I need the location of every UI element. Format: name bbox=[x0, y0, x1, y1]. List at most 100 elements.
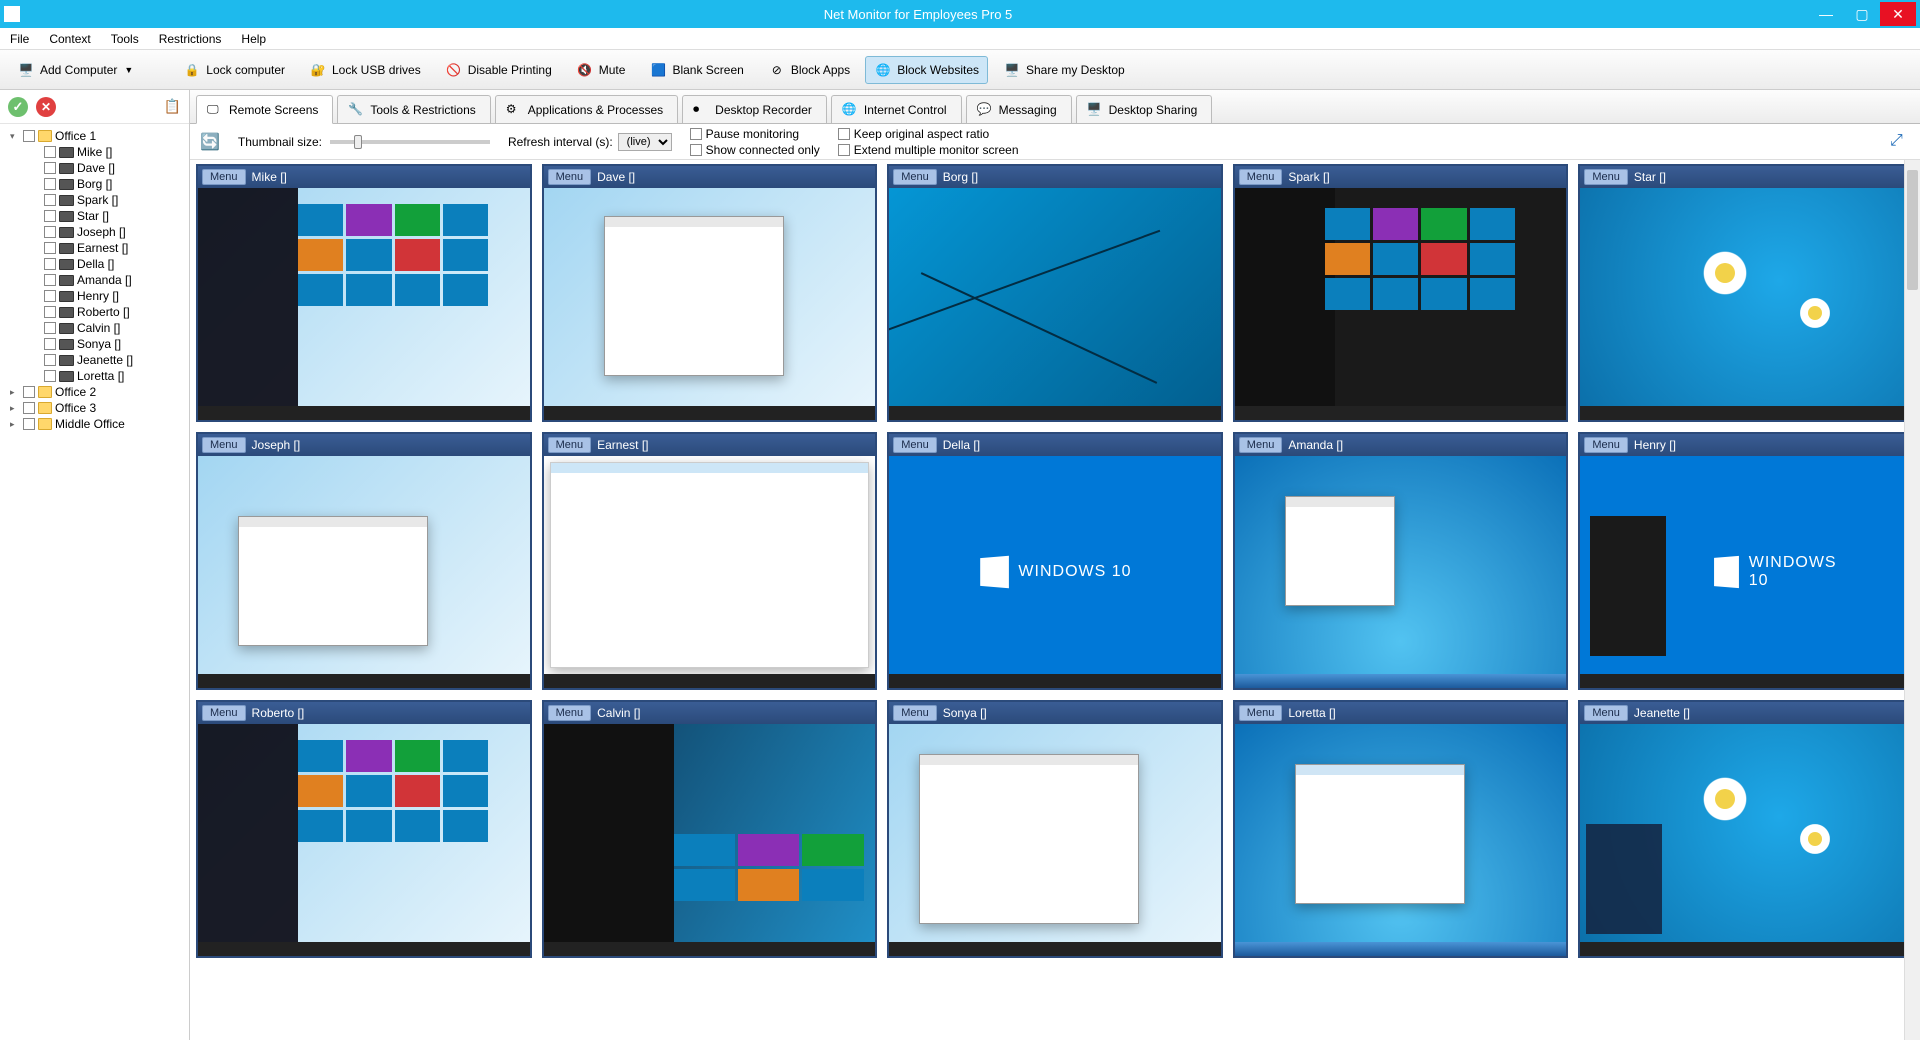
tab-desktop-recorder[interactable]: ⏺Desktop Recorder bbox=[682, 95, 827, 123]
scrollbar-thumb[interactable] bbox=[1907, 170, 1918, 290]
thumbnail-tile[interactable]: Menu Calvin [] bbox=[542, 700, 878, 958]
checkbox[interactable] bbox=[44, 370, 56, 382]
checkbox[interactable] bbox=[44, 290, 56, 302]
tree-office2[interactable]: ▸ Office 2 bbox=[2, 384, 187, 400]
tile-menu-button[interactable]: Menu bbox=[548, 169, 592, 185]
tree-client[interactable]: Henry [] bbox=[2, 288, 187, 304]
tab-messaging[interactable]: 💬Messaging bbox=[966, 95, 1072, 123]
checkbox[interactable] bbox=[44, 338, 56, 350]
tab-tools-restrictions[interactable]: 🔧Tools & Restrictions bbox=[337, 95, 490, 123]
pause-monitoring-checkbox[interactable]: Pause monitoring bbox=[690, 127, 820, 141]
thumbnail-tile[interactable]: Menu Jeanette [] bbox=[1578, 700, 1914, 958]
tree-client[interactable]: Loretta [] bbox=[2, 368, 187, 384]
maximize-button[interactable]: ▢ bbox=[1844, 2, 1880, 26]
thumbnail-tile[interactable]: Menu Borg [] bbox=[887, 164, 1223, 422]
tile-menu-button[interactable]: Menu bbox=[893, 705, 937, 721]
fullscreen-icon[interactable]: ⤢ bbox=[1890, 132, 1908, 150]
menu-tools[interactable]: Tools bbox=[107, 30, 143, 48]
tile-menu-button[interactable]: Menu bbox=[1239, 169, 1283, 185]
tile-menu-button[interactable]: Menu bbox=[1239, 437, 1283, 453]
thumbnail-tile[interactable]: Menu Roberto [] bbox=[196, 700, 532, 958]
blank-screen-button[interactable]: 🟦 Blank Screen bbox=[640, 56, 752, 84]
tile-menu-button[interactable]: Menu bbox=[893, 169, 937, 185]
mute-button[interactable]: 🔇 Mute bbox=[567, 56, 635, 84]
thumbnail-tile[interactable]: Menu Spark [] bbox=[1233, 164, 1569, 422]
thumbnail-tile[interactable]: Menu Henry [] WINDOWS 10 bbox=[1578, 432, 1914, 690]
checkbox[interactable] bbox=[44, 226, 56, 238]
tree-client[interactable]: Earnest [] bbox=[2, 240, 187, 256]
checkbox[interactable] bbox=[44, 146, 56, 158]
tab-internet-control[interactable]: 🌐Internet Control bbox=[831, 95, 962, 123]
share-desktop-button[interactable]: 🖥️ Share my Desktop bbox=[994, 56, 1134, 84]
tile-menu-button[interactable]: Menu bbox=[202, 705, 246, 721]
thumbnail-tile[interactable]: Menu Loretta [] bbox=[1233, 700, 1569, 958]
menu-context[interactable]: Context bbox=[45, 30, 94, 48]
tree-client[interactable]: Calvin [] bbox=[2, 320, 187, 336]
expander-icon[interactable]: ▸ bbox=[10, 387, 20, 398]
thumbnail-size-slider[interactable] bbox=[330, 140, 490, 144]
tab-apps-processes[interactable]: ⚙Applications & Processes bbox=[495, 95, 678, 123]
block-websites-button[interactable]: 🌐 Block Websites bbox=[865, 56, 988, 84]
tree-middle-office[interactable]: ▸ Middle Office bbox=[2, 416, 187, 432]
tree-client[interactable]: Mike [] bbox=[2, 144, 187, 160]
thumbnail-tile[interactable]: Menu Mike [] bbox=[196, 164, 532, 422]
checkbox[interactable] bbox=[23, 418, 35, 430]
tile-menu-button[interactable]: Menu bbox=[1584, 437, 1628, 453]
tab-desktop-sharing[interactable]: 🖥️Desktop Sharing bbox=[1076, 95, 1213, 123]
vertical-scrollbar[interactable] bbox=[1904, 160, 1920, 1040]
tab-remote-screens[interactable]: 🖵Remote Screens bbox=[196, 95, 333, 124]
minimize-button[interactable]: — bbox=[1808, 2, 1844, 26]
extend-monitor-checkbox[interactable]: Extend multiple monitor screen bbox=[838, 143, 1019, 157]
tree-client[interactable]: Sonya [] bbox=[2, 336, 187, 352]
tree-client[interactable]: Jeanette [] bbox=[2, 352, 187, 368]
tree-client[interactable]: Amanda [] bbox=[2, 272, 187, 288]
tile-menu-button[interactable]: Menu bbox=[202, 437, 246, 453]
lock-usb-button[interactable]: 🔐 Lock USB drives bbox=[300, 56, 430, 84]
slider-thumb[interactable] bbox=[354, 135, 362, 149]
add-computer-button[interactable]: 🖥️ Add Computer ▼ bbox=[8, 56, 142, 84]
thumbnail-tile[interactable]: Menu Earnest [] bbox=[542, 432, 878, 690]
tile-menu-button[interactable]: Menu bbox=[893, 437, 937, 453]
menu-restrictions[interactable]: Restrictions bbox=[155, 30, 226, 48]
checkbox[interactable] bbox=[44, 306, 56, 318]
tree-client[interactable]: Roberto [] bbox=[2, 304, 187, 320]
checkbox[interactable] bbox=[44, 194, 56, 206]
thumbnail-tile[interactable]: Menu Amanda [] bbox=[1233, 432, 1569, 690]
tree-client[interactable]: Spark [] bbox=[2, 192, 187, 208]
checkbox[interactable] bbox=[23, 386, 35, 398]
thumbnail-tile[interactable]: Menu Star [] bbox=[1578, 164, 1914, 422]
tree-client[interactable]: Borg [] bbox=[2, 176, 187, 192]
keep-aspect-checkbox[interactable]: Keep original aspect ratio bbox=[838, 127, 1019, 141]
thumbnail-tile[interactable]: Menu Joseph [] bbox=[196, 432, 532, 690]
thumbnail-tile[interactable]: Menu Della [] WINDOWS 10 bbox=[887, 432, 1223, 690]
thumbnail-tile[interactable]: Menu Dave [] bbox=[542, 164, 878, 422]
checkbox[interactable] bbox=[23, 402, 35, 414]
menu-file[interactable]: File bbox=[6, 30, 33, 48]
thumbnail-tile[interactable]: Menu Sonya [] bbox=[887, 700, 1223, 958]
menu-help[interactable]: Help bbox=[237, 30, 270, 48]
tree-client[interactable]: Della [] bbox=[2, 256, 187, 272]
tree-office3[interactable]: ▸ Office 3 bbox=[2, 400, 187, 416]
refresh-list-icon[interactable]: 📋 bbox=[164, 98, 181, 115]
checkbox[interactable] bbox=[44, 274, 56, 286]
expander-icon[interactable]: ▸ bbox=[10, 403, 20, 414]
checkbox[interactable] bbox=[44, 210, 56, 222]
checkbox[interactable] bbox=[44, 322, 56, 334]
refresh-interval-select[interactable]: (live) bbox=[618, 133, 672, 151]
block-apps-button[interactable]: ⊘ Block Apps bbox=[759, 56, 859, 84]
checkbox[interactable] bbox=[44, 354, 56, 366]
tree-client[interactable]: Joseph [] bbox=[2, 224, 187, 240]
tile-menu-button[interactable]: Menu bbox=[548, 705, 592, 721]
accept-icon[interactable]: ✓ bbox=[8, 97, 28, 117]
tree-client[interactable]: Star [] bbox=[2, 208, 187, 224]
disable-printing-button[interactable]: 🚫 Disable Printing bbox=[436, 56, 561, 84]
expander-icon[interactable]: ▾ bbox=[10, 131, 20, 142]
tile-menu-button[interactable]: Menu bbox=[1584, 705, 1628, 721]
checkbox[interactable] bbox=[44, 258, 56, 270]
checkbox[interactable] bbox=[44, 242, 56, 254]
reject-icon[interactable]: ✕ bbox=[36, 97, 56, 117]
computer-tree[interactable]: ▾ Office 1 Mike [] Dave [] Borg [] Spark… bbox=[0, 124, 189, 1040]
tile-menu-button[interactable]: Menu bbox=[548, 437, 592, 453]
tree-client[interactable]: Dave [] bbox=[2, 160, 187, 176]
tree-office1[interactable]: ▾ Office 1 bbox=[2, 128, 187, 144]
